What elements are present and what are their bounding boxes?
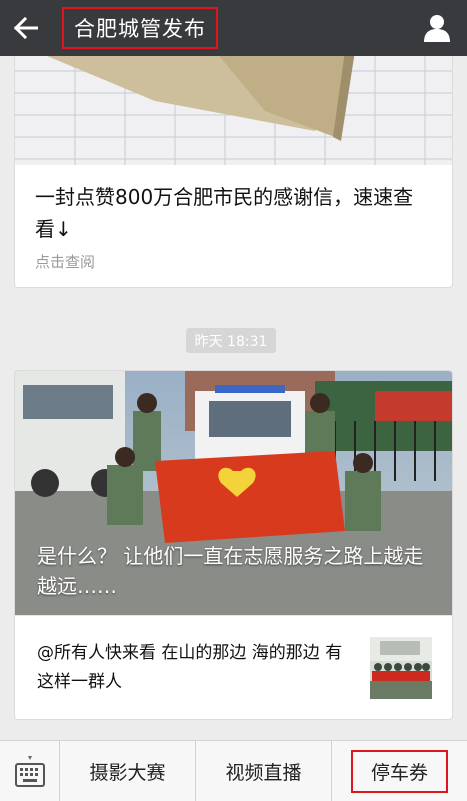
feature-caption: 是什么？ 让他们一直在志愿服务之路上越走越远……: [37, 544, 424, 598]
sub-article-thumbnail: [370, 637, 432, 699]
feature-cover-image[interactable]: 是什么？ 让他们一直在志愿服务之路上越走越远……: [15, 371, 452, 615]
account-title-box: 合肥城管发布: [62, 7, 218, 49]
timestamp-badge: 昨天 18:31: [186, 328, 276, 353]
article-title: 一封点赞800万合肥市民的感谢信，速速查看↓: [35, 185, 414, 241]
top-nav-bar: 合肥城管发布: [0, 0, 467, 56]
person-icon: [424, 15, 450, 42]
menu-live-video-label: 视频直播: [225, 761, 302, 784]
article-card[interactable]: 一封点赞800万合肥市民的感谢信，速速查看↓ 点击查阅: [14, 56, 453, 288]
menu-photo-contest[interactable]: 摄影大赛: [60, 741, 196, 801]
multi-article-card[interactable]: 是什么？ 让他们一直在志愿服务之路上越走越远…… @所有人快来看 在山的那边 海…: [14, 370, 453, 720]
message-list[interactable]: 一封点赞800万合肥市民的感谢信，速速查看↓ 点击查阅 昨天 18:31 是什么…: [0, 56, 467, 740]
sub-article-row[interactable]: @所有人快来看 在山的那边 海的那边 有这样一群人: [15, 616, 452, 719]
sub-article-title: @所有人快来看 在山的那边 海的那边 有这样一群人: [37, 643, 343, 692]
account-title: 合肥城管发布: [74, 17, 206, 41]
menu-parking-coupon[interactable]: 停车券: [332, 741, 467, 801]
arrow-left-icon: [14, 17, 38, 39]
menu-parking-coupon-label: 停车券: [350, 749, 448, 793]
menu-photo-contest-label: 摄影大赛: [89, 761, 166, 784]
menu-live-video[interactable]: 视频直播: [196, 741, 332, 801]
article-read-link[interactable]: 点击查阅: [15, 245, 452, 272]
keyboard-toggle-button[interactable]: [0, 741, 60, 801]
back-button[interactable]: [0, 0, 52, 56]
article-cover-image: [15, 56, 452, 165]
keyboard-icon: [14, 756, 45, 787]
bottom-menu-bar: 摄影大赛 视频直播 停车券: [0, 740, 467, 801]
profile-button[interactable]: [421, 12, 453, 44]
